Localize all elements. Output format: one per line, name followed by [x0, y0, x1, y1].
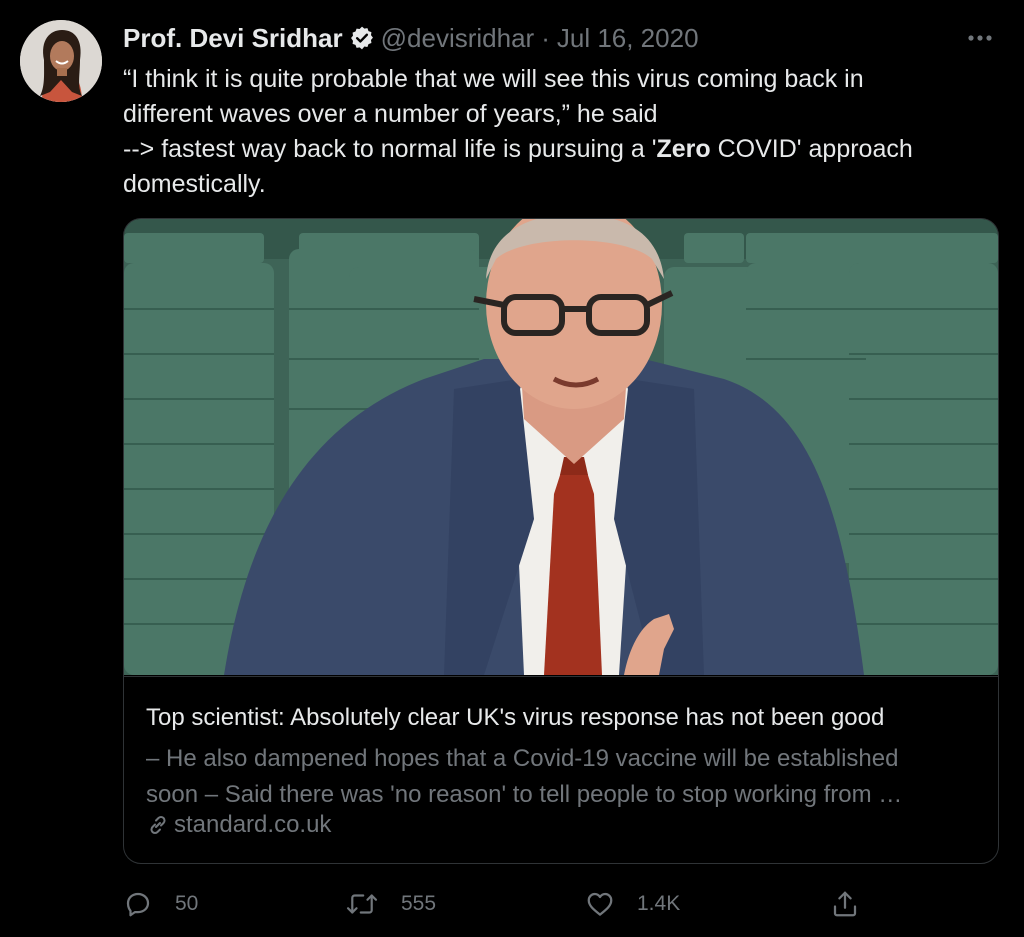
like-button[interactable]: 1.4K [585, 886, 680, 922]
tweet-comment: --> fastest way back to normal life is p… [123, 132, 963, 202]
like-count: 1.4K [637, 892, 681, 915]
avatar-photo [20, 20, 102, 102]
tweet-comment-pre: --> fastest way back to normal life is p… [123, 135, 657, 163]
separator-dot: · [541, 22, 550, 53]
card-description: – He also dampened hopes that a Covid-19… [146, 741, 976, 813]
verified-badge-icon [349, 25, 375, 51]
card-domain: standard.co.uk [146, 811, 331, 839]
card-title: Top scientist: Absolutely clear UK's vir… [146, 704, 885, 731]
retweet-icon [346, 894, 378, 914]
card-domain-text: standard.co.uk [174, 811, 332, 838]
card-description-line: soon – Said there was 'no reason' to tel… [146, 781, 903, 808]
reply-count: 50 [175, 892, 199, 915]
retweet-button[interactable]: 555 [345, 886, 436, 922]
author-name[interactable]: Prof. Devi Sridhar [123, 23, 343, 54]
avatar[interactable] [20, 20, 102, 102]
tweet-comment-bold: Zero [656, 135, 711, 163]
action-bar: 50 555 1.4K [123, 886, 863, 922]
link-icon [150, 815, 166, 835]
author-handle[interactable]: @devisridhar [381, 23, 535, 54]
tweet-text: “I think it is quite probable that we wi… [123, 62, 1003, 202]
heart-icon [587, 892, 613, 916]
share-button[interactable] [830, 886, 860, 922]
more-icon[interactable] [960, 20, 1000, 56]
card-description-line: – He also dampened hopes that a Covid-19… [146, 745, 899, 772]
reply-button[interactable]: 50 [123, 886, 198, 922]
card-image [124, 219, 998, 675]
reply-icon [126, 892, 150, 917]
share-icon [833, 891, 857, 917]
tweet-header: Prof. Devi Sridhar @devisridhar · Jul 16… [123, 22, 699, 54]
tweet-quote: “I think it is quite probable that we wi… [123, 65, 864, 128]
tweet-date[interactable]: Jul 16, 2020 [557, 23, 699, 54]
retweet-count: 555 [401, 892, 437, 915]
card-body: Top scientist: Absolutely clear UK's vir… [124, 676, 998, 863]
link-card[interactable]: Top scientist: Absolutely clear UK's vir… [123, 218, 999, 864]
